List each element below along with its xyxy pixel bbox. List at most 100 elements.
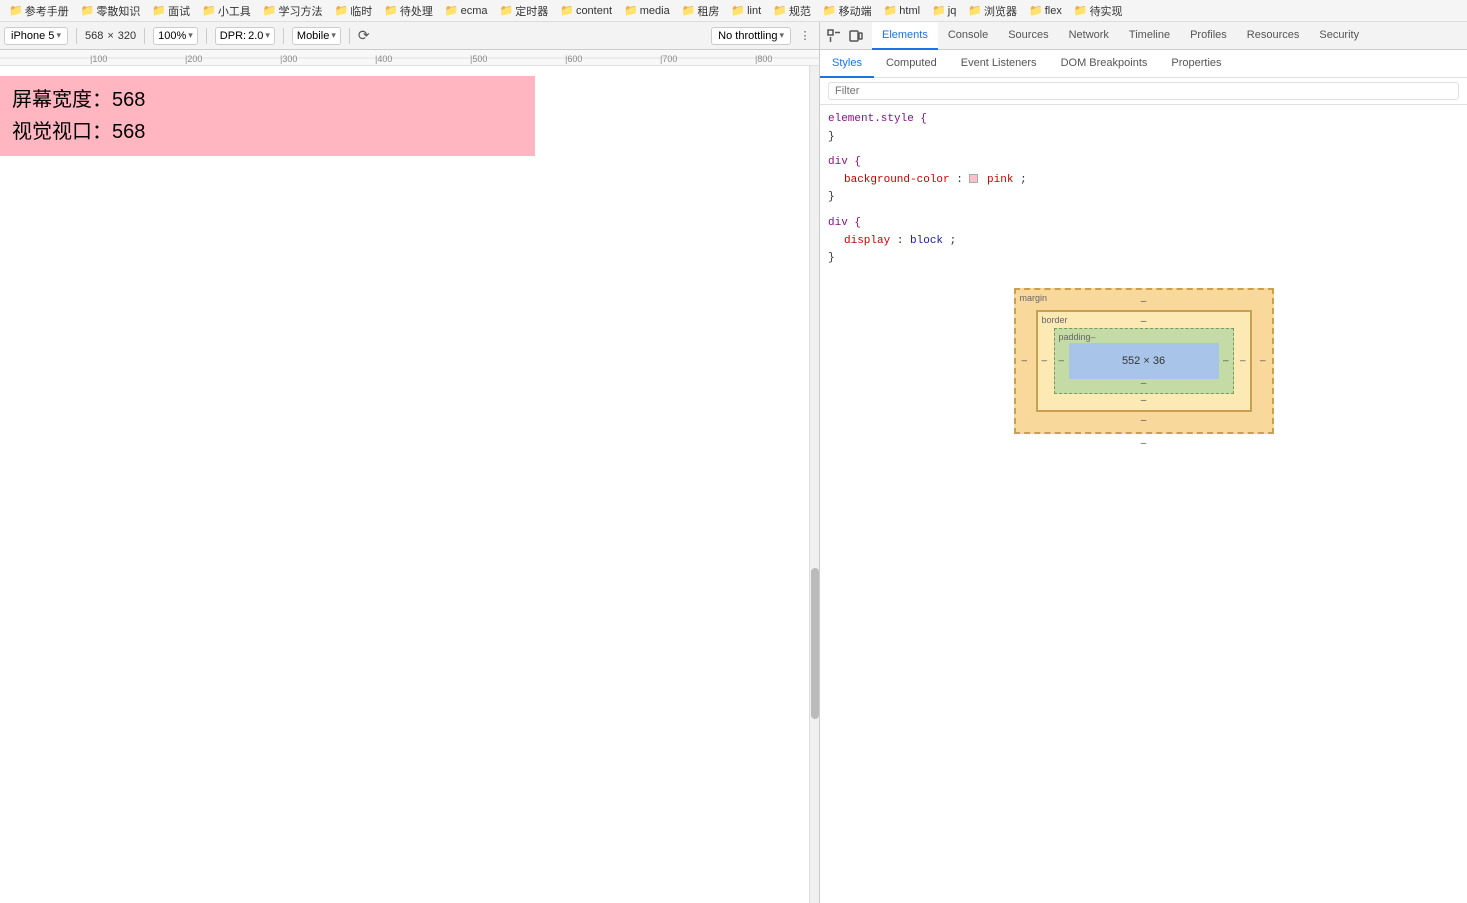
outer-bottom-value: – — [1014, 438, 1274, 449]
dimension-separator: × — [107, 30, 113, 42]
bookmarks-bar: 📁 参考手册 📁 零散知识 📁 面试 📁 小工具 📁 学习方法 📁 临时 📁 待… — [0, 0, 1467, 22]
border-label: border — [1042, 315, 1068, 325]
device-mode-button[interactable] — [846, 26, 866, 46]
bookmark-小工具[interactable]: 📁 小工具 — [197, 2, 256, 20]
visual-viewport-text: 视觉视口：568 — [12, 116, 523, 148]
margin-left-value: – — [1022, 355, 1028, 366]
tab-timeline[interactable]: Timeline — [1119, 22, 1180, 50]
folder-icon: 📁 — [624, 4, 638, 17]
css-rule-div-bg: div { background-color : pink ; } — [828, 154, 1459, 207]
filter-input[interactable] — [828, 82, 1459, 100]
bookmark-定时器[interactable]: 📁 定时器 — [495, 2, 554, 20]
bookmark-零散知识[interactable]: 📁 零散知识 — [76, 2, 146, 20]
throttle-value: No throttling — [718, 30, 777, 42]
tab-resources[interactable]: Resources — [1237, 22, 1310, 50]
folder-icon: 📁 — [263, 4, 277, 17]
bookmark-jq[interactable]: 📁 jq — [927, 3, 961, 18]
device-selector[interactable]: iPhone 5 ▾ — [4, 27, 68, 45]
bookmark-flex[interactable]: 📁 flex — [1024, 3, 1067, 18]
folder-icon: 📁 — [884, 4, 898, 17]
border-bottom-value: – — [1141, 395, 1147, 406]
filter-bar — [820, 78, 1467, 105]
svg-text:|800: |800 — [755, 54, 772, 64]
inspect-element-button[interactable] — [824, 26, 844, 46]
bookmark-临时[interactable]: 📁 临时 — [330, 2, 378, 20]
folder-icon: 📁 — [445, 4, 459, 17]
bookmark-media[interactable]: 📁 media — [619, 3, 675, 18]
subtab-computed[interactable]: Computed — [874, 50, 949, 78]
margin-right-value: – — [1260, 355, 1266, 366]
dpr-chevron-icon: ▾ — [265, 30, 270, 41]
margin-bottom-value: – — [1141, 415, 1147, 426]
color-swatch-pink — [969, 174, 978, 183]
subtab-event-listeners[interactable]: Event Listeners — [949, 50, 1049, 78]
bookmark-面试[interactable]: 📁 面试 — [147, 2, 195, 20]
folder-icon: 📁 — [560, 4, 574, 17]
box-border: border – – – – padding– – – – — [1036, 310, 1252, 412]
ruler-content: |100 |200 |300 |400 |500 |600 |700 |800 — [0, 50, 819, 65]
bookmark-移动端[interactable]: 📁 移动端 — [818, 2, 877, 20]
svg-text:|500: |500 — [470, 54, 487, 64]
box-model-container: margin – – – – border – – – – — [828, 276, 1459, 461]
device-name: iPhone 5 — [11, 30, 54, 42]
tab-profiles[interactable]: Profiles — [1180, 22, 1237, 50]
tab-elements[interactable]: Elements — [872, 22, 938, 50]
screen-width-text: 屏幕宽度：568 — [12, 84, 523, 116]
scrollbar-thumb[interactable] — [811, 568, 819, 719]
css-property-display: display : block ; — [828, 233, 1459, 251]
devtools-tab-bar: Elements Console Sources Network Timelin… — [820, 22, 1467, 50]
bookmark-待处理[interactable]: 📁 待处理 — [379, 2, 438, 20]
padding-right-value: – — [1223, 355, 1229, 366]
subtab-dom-breakpoints[interactable]: DOM Breakpoints — [1049, 50, 1160, 78]
viewport-width: 568 — [85, 30, 103, 42]
orientation-icon[interactable]: ⟳ — [358, 27, 370, 44]
tab-network[interactable]: Network — [1059, 22, 1119, 50]
box-content: 552 × 36 — [1069, 343, 1219, 379]
folder-icon: 📁 — [932, 4, 946, 17]
bookmark-待实现[interactable]: 📁 待实现 — [1069, 2, 1128, 20]
dpr-value: 2.0 — [248, 30, 263, 42]
box-padding: padding– – – – 552 × 36 — [1054, 328, 1234, 394]
bookmark-lint[interactable]: 📁 lint — [726, 3, 766, 18]
tab-security[interactable]: Security — [1309, 22, 1369, 50]
tab-sources[interactable]: Sources — [998, 22, 1058, 50]
border-left-value: – — [1042, 355, 1048, 366]
subtab-properties[interactable]: Properties — [1159, 50, 1233, 78]
bookmark-ecma[interactable]: 📁 ecma — [440, 3, 493, 18]
zoom-value: 100% — [158, 30, 186, 42]
bookmark-规范[interactable]: 📁 规范 — [768, 2, 816, 20]
folder-icon: 📁 — [500, 4, 514, 17]
svg-text:|600: |600 — [565, 54, 582, 64]
folder-icon: 📁 — [9, 4, 23, 17]
svg-text:|300: |300 — [280, 54, 297, 64]
bookmark-浏览器[interactable]: 📁 浏览器 — [963, 2, 1022, 20]
throttle-chevron-icon: ▾ — [779, 30, 784, 41]
padding-bottom-value: – — [1141, 378, 1147, 389]
bookmark-学习方法[interactable]: 📁 学习方法 — [258, 2, 328, 20]
folder-icon: 📁 — [335, 4, 349, 17]
viewport-scrollbar[interactable] — [809, 66, 819, 903]
bookmark-参考手册[interactable]: 📁 参考手册 — [4, 2, 74, 20]
user-agent-selector[interactable]: Mobile ▾ — [292, 27, 341, 45]
toolbar-separator5 — [349, 28, 350, 44]
css-rule-div-display: div { display : block ; } — [828, 215, 1459, 268]
border-top-value: – — [1141, 316, 1147, 327]
bookmark-content[interactable]: 📁 content — [555, 3, 617, 18]
svg-text:|700: |700 — [660, 54, 677, 64]
chevron-down-icon: ▾ — [56, 30, 61, 41]
page-content: 屏幕宽度：568 视觉视口：568 — [0, 66, 819, 903]
bookmark-租房[interactable]: 📁 租房 — [677, 2, 725, 20]
folder-icon: 📁 — [773, 4, 787, 17]
css-property-bg-color: background-color : pink ; — [828, 172, 1459, 190]
svg-text:|100: |100 — [90, 54, 107, 64]
tab-console[interactable]: Console — [938, 22, 998, 50]
svg-text:|200: |200 — [185, 54, 202, 64]
zoom-selector[interactable]: 100% ▾ — [153, 27, 198, 45]
ua-chevron-icon: ▾ — [331, 30, 336, 41]
subpanel-tab-bar: Styles Computed Event Listeners DOM Brea… — [820, 50, 1467, 78]
bookmark-html[interactable]: 📁 html — [879, 3, 925, 18]
throttle-selector[interactable]: No throttling ▾ — [711, 27, 791, 45]
more-options-button[interactable]: ⋮ — [795, 26, 815, 46]
dpr-selector[interactable]: DPR: 2.0 ▾ — [215, 27, 275, 45]
subtab-styles[interactable]: Styles — [820, 50, 874, 78]
